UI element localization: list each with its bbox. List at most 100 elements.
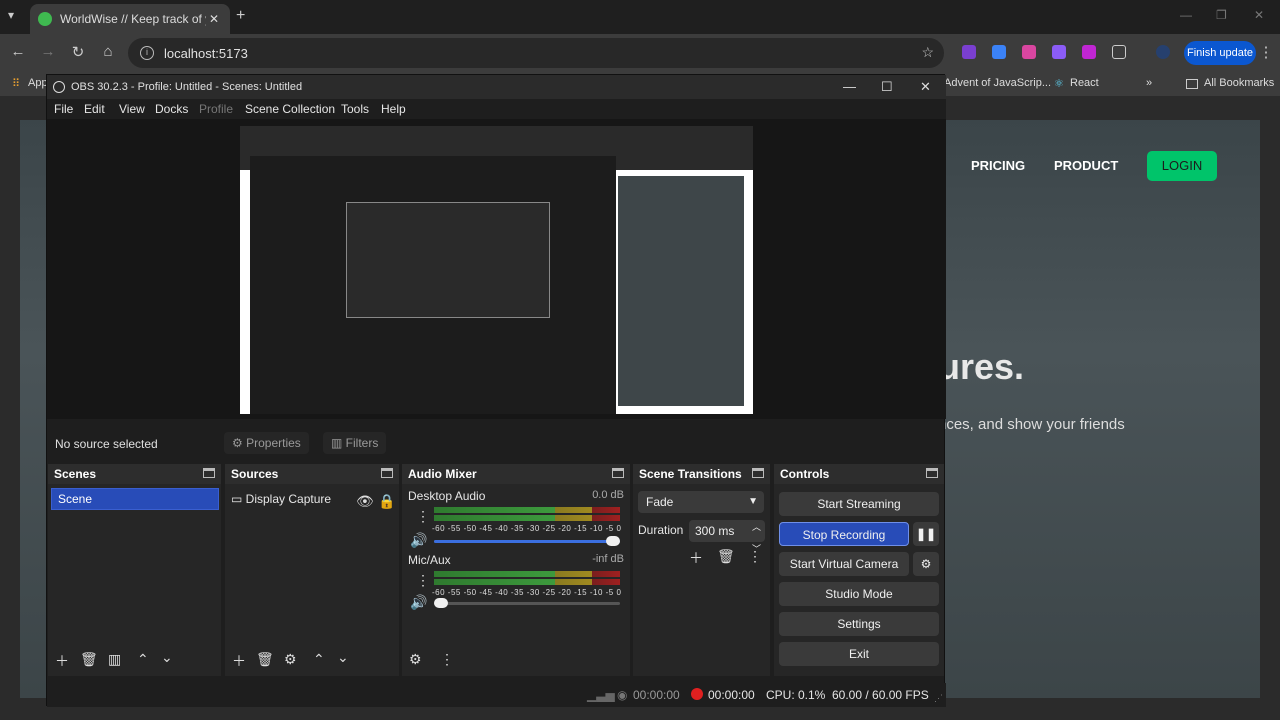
menu-docks[interactable]: Docks: [155, 102, 188, 116]
menu-tools[interactable]: Tools: [341, 102, 369, 116]
add-icon[interactable]: ＋: [689, 548, 703, 568]
studio-mode-button[interactable]: Studio Mode: [779, 582, 939, 606]
menu-profile[interactable]: Profile: [199, 102, 233, 116]
home-icon[interactable]: ⌂: [98, 43, 118, 60]
kebab-menu-icon[interactable]: ⋮: [416, 508, 430, 525]
site-info-icon[interactable]: i: [140, 46, 154, 60]
gear-icon[interactable]: ⚙: [284, 651, 297, 668]
undock-icon[interactable]: [926, 468, 938, 478]
start-virtual-camera-button[interactable]: Start Virtual Camera: [779, 552, 909, 576]
nav-pricing[interactable]: PRICING: [971, 158, 1025, 173]
restore-icon[interactable]: ❐: [1216, 8, 1227, 22]
scenes-footer: ＋ 🗑 ▥ ⌃ ⌄: [48, 646, 221, 676]
obs-close-icon[interactable]: ✕: [920, 79, 931, 95]
advanced-audio-icon[interactable]: ⚙: [409, 651, 422, 668]
extension-icon[interactable]: [1082, 45, 1096, 59]
undock-icon[interactable]: [752, 468, 764, 478]
tab-search-icon[interactable]: ▾: [8, 8, 14, 22]
virtual-camera-settings-button[interactable]: ⚙: [913, 552, 939, 576]
extensions-puzzle-icon[interactable]: [1112, 45, 1126, 59]
volume-knob[interactable]: [606, 536, 620, 546]
no-source-label: No source selected: [55, 437, 158, 451]
bookmark-apps[interactable]: App: [28, 77, 48, 89]
mic-volume-slider[interactable]: [434, 598, 620, 608]
stop-recording-button[interactable]: Stop Recording: [779, 522, 909, 546]
exit-button[interactable]: Exit: [779, 642, 939, 666]
obs-maximize-icon[interactable]: ☐: [881, 79, 893, 95]
recording-dot-icon: [691, 688, 703, 700]
menu-edit[interactable]: Edit: [84, 102, 105, 116]
filters-button[interactable]: ▥ Filters: [323, 432, 387, 454]
extension-icon[interactable]: [1022, 45, 1036, 59]
bookmark-react[interactable]: React: [1070, 77, 1099, 89]
bookmark-advent[interactable]: Advent of JavaScrip...: [944, 77, 1051, 89]
resize-grip-icon[interactable]: ⋰: [934, 693, 943, 704]
meter-scale: -60 -55 -50 -45 -40 -35 -30 -25 -20 -15 …: [432, 588, 622, 597]
scene-item[interactable]: Scene: [51, 488, 219, 510]
desktop-audio-meter: [434, 515, 620, 521]
source-item[interactable]: ▭ Display Capture: [231, 492, 331, 506]
login-button[interactable]: LOGIN: [1147, 151, 1217, 181]
close-icon[interactable]: ✕: [1254, 8, 1264, 22]
new-tab-button[interactable]: +: [236, 7, 245, 25]
kebab-menu-icon[interactable]: ⋮: [416, 572, 430, 589]
volume-knob[interactable]: [434, 598, 448, 608]
add-icon[interactable]: ＋: [232, 651, 246, 671]
finish-update-button[interactable]: Finish update: [1184, 41, 1256, 65]
reload-icon[interactable]: ↻: [68, 43, 88, 61]
menu-help[interactable]: Help: [381, 102, 406, 116]
move-up-icon[interactable]: ⌃: [137, 651, 149, 668]
duration-stepper[interactable]: 300 ms ︿ ﹀: [689, 520, 765, 554]
more-bookmarks-button[interactable]: »: [1146, 77, 1152, 89]
extension-icon[interactable]: [1052, 45, 1066, 59]
speaker-icon[interactable]: 🔊: [410, 594, 427, 611]
folder-icon: [1186, 79, 1198, 89]
eye-icon[interactable]: 👁: [356, 493, 374, 510]
nav-product[interactable]: PRODUCT: [1054, 158, 1118, 173]
profile-avatar-icon[interactable]: [1156, 45, 1170, 59]
audio-mixer-title: Audio Mixer: [408, 467, 477, 481]
extension-icon[interactable]: [992, 45, 1006, 59]
bookmark-all[interactable]: All Bookmarks: [1204, 77, 1274, 89]
bookmark-star-icon[interactable]: ☆: [921, 44, 934, 61]
settings-button[interactable]: Settings: [779, 612, 939, 636]
undock-icon[interactable]: [381, 468, 393, 478]
add-icon[interactable]: ＋: [55, 651, 69, 671]
tab-close-icon[interactable]: ✕: [206, 12, 222, 26]
menu-view[interactable]: View: [119, 102, 145, 116]
start-streaming-button[interactable]: Start Streaming: [779, 492, 939, 516]
desktop-volume-slider[interactable]: [434, 536, 620, 546]
extension-icon[interactable]: [962, 45, 976, 59]
move-down-icon[interactable]: ⌄: [337, 649, 349, 666]
filters-label: Filters: [345, 436, 379, 450]
forward-icon[interactable]: →: [38, 43, 58, 60]
move-down-icon[interactable]: ⌄: [161, 649, 173, 666]
undock-icon[interactable]: [203, 468, 215, 478]
back-icon[interactable]: ←: [8, 43, 28, 60]
minimize-icon[interactable]: —: [1180, 8, 1192, 22]
lock-icon[interactable]: 🔒: [378, 493, 395, 510]
audio-mixer-header: Audio Mixer: [402, 464, 630, 484]
chrome-menu-icon[interactable]: ⋮: [1256, 43, 1276, 61]
preview-canvas[interactable]: [47, 119, 946, 419]
kebab-menu-icon[interactable]: ⋮: [440, 651, 454, 668]
kebab-menu-icon[interactable]: ⋮: [748, 548, 762, 565]
browser-tab[interactable]: WorldWise // Keep track of your ✕: [30, 4, 230, 34]
pause-recording-button[interactable]: ❚❚: [913, 522, 939, 546]
obs-title: OBS 30.2.3 - Profile: Untitled - Scenes:…: [71, 81, 303, 93]
properties-button[interactable]: ⚙ Properties: [224, 432, 309, 454]
trash-icon[interactable]: 🗑: [80, 651, 98, 668]
apps-grid-icon[interactable]: ⠿: [12, 77, 20, 90]
trash-icon[interactable]: 🗑: [717, 548, 735, 565]
transition-select[interactable]: Fade ▼: [638, 491, 764, 513]
speaker-icon[interactable]: 🔊: [410, 532, 427, 549]
undock-icon[interactable]: [612, 468, 624, 478]
obs-menubar: File Edit View Docks Profile Scene Colle…: [47, 99, 946, 119]
address-bar[interactable]: i localhost:5173 ☆: [128, 38, 944, 68]
menu-scene-collection[interactable]: Scene Collection: [245, 102, 335, 116]
filter-icon[interactable]: ▥: [108, 651, 121, 668]
move-up-icon[interactable]: ⌃: [313, 651, 325, 668]
trash-icon[interactable]: 🗑: [256, 651, 274, 668]
menu-file[interactable]: File: [54, 102, 73, 116]
obs-minimize-icon[interactable]: —: [843, 79, 856, 94]
